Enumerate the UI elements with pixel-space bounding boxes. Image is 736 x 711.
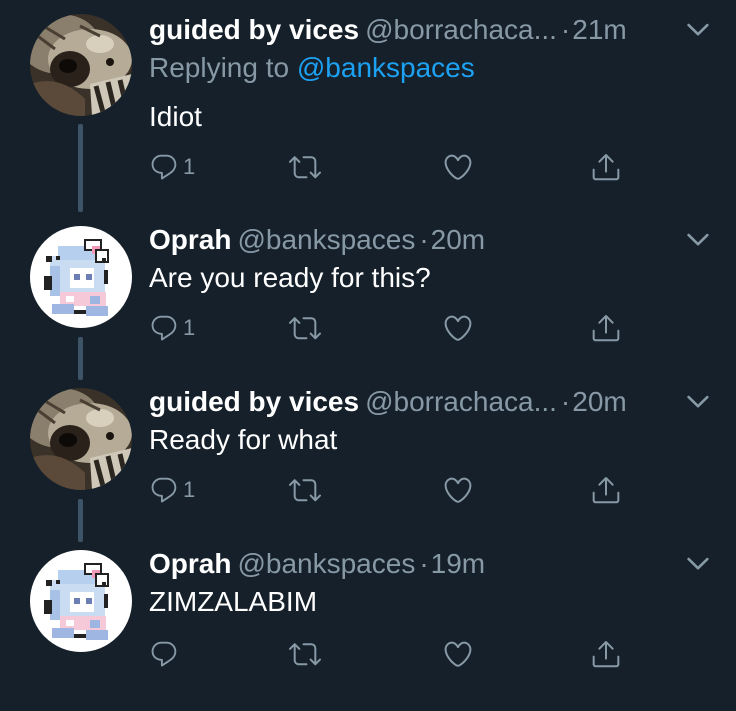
- display-name[interactable]: Oprah: [149, 224, 231, 255]
- share-icon: [590, 151, 622, 183]
- replying-to: Replying to @bankspaces: [149, 48, 475, 88]
- tweet-actions: 1: [149, 308, 629, 348]
- display-name[interactable]: guided by vices: [149, 14, 359, 45]
- reply-count: 1: [183, 154, 196, 179]
- tweet-4[interactable]: Oprah @bankspaces ·19m ZIMZALABIM: [0, 544, 736, 694]
- retweet-button[interactable]: [289, 470, 321, 510]
- share-button[interactable]: [590, 308, 622, 348]
- reply-count: 1: [183, 477, 196, 502]
- dot-separator: ·: [560, 386, 571, 417]
- reply-icon: [149, 639, 179, 669]
- chevron-down-icon[interactable]: [683, 386, 713, 416]
- timestamp[interactable]: 21m: [572, 14, 626, 45]
- thread-connector-line: [78, 337, 83, 380]
- share-button[interactable]: [590, 470, 622, 510]
- reply-button[interactable]: 1: [149, 147, 195, 187]
- tweet-actions: [149, 634, 629, 674]
- reply-icon: [149, 313, 179, 343]
- dot-separator: ·: [560, 14, 571, 45]
- retweet-button[interactable]: [289, 634, 321, 674]
- tweet-3[interactable]: guided by vices @borrachaca... ·20m Ready …: [0, 382, 736, 542]
- replying-to-label: Replying to: [149, 52, 297, 83]
- tweet-2[interactable]: Oprah @bankspaces ·20m Are you ready for t…: [0, 220, 736, 380]
- reply-button[interactable]: 1: [149, 470, 195, 510]
- tweet-header: guided by vices @borrachaca... ·21m: [149, 10, 627, 50]
- timestamp[interactable]: 19m: [431, 548, 485, 579]
- share-icon: [590, 312, 622, 344]
- timestamp[interactable]: 20m: [431, 224, 485, 255]
- tweet-text: Idiot: [149, 101, 202, 132]
- hyena-avatar[interactable]: [30, 388, 132, 490]
- like-button[interactable]: [442, 147, 474, 187]
- user-handle[interactable]: @bankspaces: [237, 548, 415, 579]
- chevron-down-icon[interactable]: [683, 14, 713, 44]
- dot-separator: ·: [419, 548, 429, 579]
- pixel-anime-avatar[interactable]: [30, 226, 132, 328]
- tweet-header: Oprah @bankspaces ·19m: [149, 544, 485, 584]
- tweet-header: Oprah @bankspaces ·20m: [149, 220, 485, 260]
- share-icon: [590, 638, 622, 670]
- retweet-button[interactable]: [289, 308, 321, 348]
- share-button[interactable]: [590, 147, 622, 187]
- display-name[interactable]: Oprah: [149, 548, 231, 579]
- thread-connector-line: [78, 499, 83, 542]
- tweet-1[interactable]: guided by vices @borrachaca... ·21m Replyi…: [0, 0, 736, 212]
- like-button[interactable]: [442, 308, 474, 348]
- heart-icon: [442, 474, 474, 506]
- user-handle[interactable]: @bankspaces: [237, 224, 415, 255]
- tweet-text: Are you ready for this?: [149, 262, 431, 293]
- display-name[interactable]: guided by vices: [149, 386, 359, 417]
- reply-icon: [149, 152, 179, 182]
- like-button[interactable]: [442, 634, 474, 674]
- hyena-avatar[interactable]: [30, 14, 132, 116]
- tweet-text: ZIMZALABIM: [149, 586, 318, 617]
- heart-icon: [442, 312, 474, 344]
- like-button[interactable]: [442, 470, 474, 510]
- retweet-icon: [289, 312, 321, 344]
- reply-button[interactable]: [149, 634, 183, 674]
- retweet-icon: [289, 151, 321, 183]
- heart-icon: [442, 638, 474, 670]
- thread-connector-line: [78, 124, 83, 212]
- reply-icon: [149, 475, 179, 505]
- reply-count: 1: [183, 315, 196, 340]
- share-button[interactable]: [590, 634, 622, 674]
- user-handle[interactable]: @borrachaca...: [365, 386, 557, 417]
- retweet-icon: [289, 474, 321, 506]
- heart-icon: [442, 151, 474, 183]
- mention-link[interactable]: @bankspaces: [297, 52, 475, 83]
- conversation-thread: guided by vices @borrachaca... ·21m Replyi…: [0, 0, 736, 711]
- dot-separator: ·: [419, 224, 429, 255]
- chevron-down-icon[interactable]: [683, 224, 713, 254]
- retweet-button[interactable]: [289, 147, 321, 187]
- tweet-actions: 1: [149, 470, 629, 510]
- reply-button[interactable]: 1: [149, 308, 195, 348]
- share-icon: [590, 474, 622, 506]
- tweet-header: guided by vices @borrachaca... ·20m: [149, 382, 627, 422]
- user-handle[interactable]: @borrachaca...: [365, 14, 557, 45]
- retweet-icon: [289, 638, 321, 670]
- chevron-down-icon[interactable]: [683, 548, 713, 578]
- pixel-anime-avatar[interactable]: [30, 550, 132, 652]
- tweet-text: Ready for what: [149, 424, 338, 455]
- tweet-actions: 1: [149, 147, 629, 187]
- timestamp[interactable]: 20m: [572, 386, 626, 417]
